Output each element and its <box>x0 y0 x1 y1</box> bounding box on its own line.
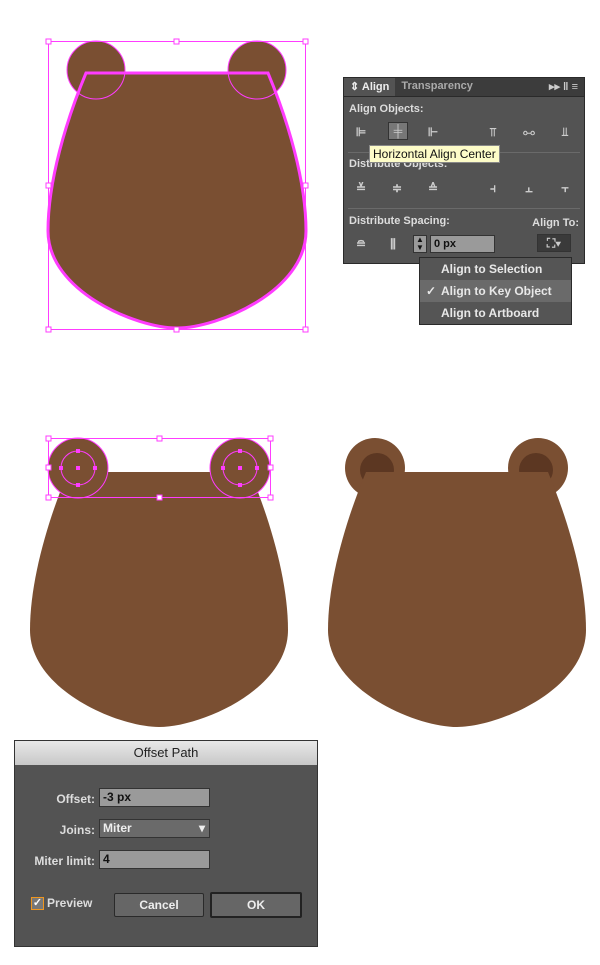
vertical-distribute-space-icon[interactable]: ≘ <box>352 236 370 252</box>
menu-item-align-to-artboard[interactable]: Align to Artboard <box>420 302 571 324</box>
distribute-horizontal-center-icon[interactable]: ⫠ <box>520 180 538 196</box>
tab-align[interactable]: ⇕ Align <box>344 78 396 96</box>
offset-label: Offset: <box>56 792 95 806</box>
align-right-icon[interactable]: ⊩ <box>424 124 442 140</box>
spacing-input[interactable]: 0 px <box>430 235 495 253</box>
bear-final <box>328 438 586 727</box>
align-objects-label: Align Objects: <box>349 103 424 115</box>
dialog-title: Offset Path <box>15 741 317 765</box>
spacing-stepper[interactable]: ▲ ▼ <box>413 235 427 253</box>
miter-limit-label: Miter limit: <box>34 854 95 868</box>
offset-input[interactable]: -3 px <box>99 788 210 807</box>
align-horizontal-center-icon[interactable]: ╪ <box>388 122 408 140</box>
align-to-label: Align To: <box>532 217 579 229</box>
offset-path-dialog: Offset Path Offset: -3 px Joins: Miter ▾ … <box>14 740 318 947</box>
align-panel: ⇕ Align Transparency ▸▸ ‖ ≡ Align Object… <box>343 77 585 264</box>
bear-selected-top[interactable] <box>45 38 309 333</box>
align-vertical-center-icon[interactable]: ⧟ <box>520 124 538 140</box>
chevron-down-icon: ▾ <box>198 821 205 835</box>
miter-limit-input[interactable]: 4 <box>99 850 210 869</box>
tooltip: Horizontal Align Center <box>369 145 500 163</box>
menu-item-label: Align to Artboard <box>441 306 540 320</box>
preview-checkbox[interactable]: ✓ <box>31 897 44 910</box>
align-to-menu: Align to Selection ✓ Align to Key Object … <box>419 257 572 325</box>
joins-label: Joins: <box>59 823 95 837</box>
distribute-right-icon[interactable]: ⫟ <box>556 180 574 196</box>
joins-select[interactable]: Miter ▾ <box>99 819 210 838</box>
align-top-icon[interactable]: ⫪ <box>484 124 502 140</box>
distribute-top-icon[interactable]: ≚ <box>352 180 370 196</box>
distribute-spacing-label: Distribute Spacing: <box>349 215 450 227</box>
ok-button[interactable]: OK <box>210 892 302 918</box>
menu-item-align-to-key-object[interactable]: ✓ Align to Key Object <box>420 280 571 302</box>
divider <box>348 208 580 209</box>
distribute-bottom-icon[interactable]: ≙ <box>424 180 442 196</box>
menu-item-label: Align to Selection <box>441 262 543 276</box>
cancel-button[interactable]: Cancel <box>114 893 204 917</box>
menu-item-align-to-selection[interactable]: Align to Selection <box>420 258 571 280</box>
bear-ears-selected[interactable] <box>30 435 288 727</box>
panel-menu-icon[interactable]: ▸▸ ‖ ≡ <box>543 78 584 96</box>
horizontal-distribute-space-icon[interactable]: ⫼ <box>384 236 402 252</box>
tab-align-label: Align <box>361 81 390 93</box>
distribute-vertical-center-icon[interactable]: ≑ <box>388 180 406 196</box>
distribute-left-icon[interactable]: ⫞ <box>484 180 502 196</box>
align-bottom-icon[interactable]: ⫫ <box>556 124 574 140</box>
menu-item-label: Align to Key Object <box>441 284 552 298</box>
align-to-key-object-dropdown[interactable]: ⛶▾ <box>537 234 571 252</box>
align-left-icon[interactable]: ⊫ <box>352 124 370 140</box>
checkmark-icon: ✓ <box>426 284 437 298</box>
tab-transparency[interactable]: Transparency <box>395 78 479 96</box>
preview-label: Preview <box>47 896 93 910</box>
joins-value: Miter <box>103 821 132 835</box>
